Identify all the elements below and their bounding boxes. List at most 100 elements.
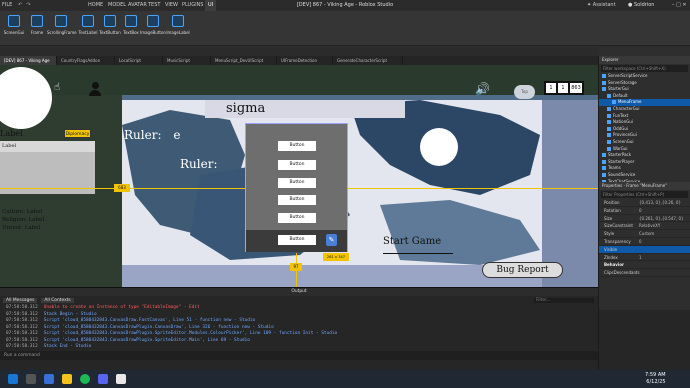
explorer-item[interactable]: FunText (599, 113, 690, 120)
command-bar[interactable]: Run a command (0, 351, 598, 360)
explorer-item[interactable]: StarterPack (599, 152, 690, 159)
property-row[interactable]: SizeConstraint RelativeXY (599, 222, 690, 231)
menu-bottom-button[interactable]: Button (278, 235, 316, 245)
maximize-icon[interactable]: □ (676, 2, 681, 8)
property-value[interactable]: 1 (639, 254, 690, 261)
game-viewport[interactable]: ☝ Label Diplomacy Label Culture: Label R… (0, 65, 598, 287)
menu-button-5[interactable]: Button (278, 213, 316, 223)
property-value[interactable]: 0 (639, 207, 690, 214)
bug-report-button[interactable]: Bug Report (482, 262, 563, 278)
stat-key: Religion: (2, 217, 27, 223)
tab-menuscript[interactable]: MenuScript_DevUIScript (211, 56, 277, 65)
menu-frame[interactable]: Button Button Button Button Button Butto… (245, 123, 348, 252)
property-row[interactable]: Position {0.413, 0},{0.26, 0} (599, 199, 690, 207)
property-row[interactable]: Rotation 0 (599, 207, 690, 215)
explorer-item[interactable]: SoundService (599, 172, 690, 179)
tab-generatecharacterscript[interactable]: GenerateCharacterScript (333, 56, 403, 65)
clock-date: 6/12/25 (646, 379, 666, 385)
explorer-item[interactable]: NationGui (599, 119, 690, 126)
speaker-icon[interactable]: 🔊 (475, 82, 490, 96)
textlabel-icon (82, 15, 94, 27)
explorer-item[interactable]: WarGui (599, 146, 690, 153)
explorer-item[interactable]: ServerStorage (599, 80, 690, 87)
spotify-icon[interactable] (80, 374, 90, 384)
diplomacy-button[interactable]: Diplomacy (64, 129, 91, 138)
tab-uiframedetection[interactable]: UIFrameDetection (277, 56, 333, 65)
property-name: Size (604, 215, 613, 221)
assistant-button[interactable]: ✦ Assistant (587, 0, 616, 11)
contexts-filter[interactable]: All Contexts (41, 298, 74, 303)
properties-filter[interactable]: Filter Properties (Ctrl+Shift+P) (601, 191, 688, 198)
tab-localscript[interactable]: LocalScript (115, 56, 163, 65)
explorer-item-label: WarGui (613, 145, 628, 151)
imagelabel-button[interactable]: ImageLabel (166, 13, 190, 43)
menu-button-1[interactable]: Button (278, 141, 316, 151)
top-button[interactable]: Top (514, 85, 535, 99)
output-search[interactable]: Filter... (534, 298, 594, 303)
menu-button-3[interactable]: Button (278, 178, 316, 188)
property-value[interactable] (639, 261, 690, 268)
explorer-item-icon (602, 87, 606, 92)
windows-start-icon[interactable] (8, 374, 18, 384)
start-game-button[interactable]: Start Game (383, 236, 453, 254)
property-value[interactable]: RelativeXY (639, 222, 690, 229)
explorer-item[interactable]: Default (599, 93, 690, 100)
textlabel-button[interactable]: TextLabel (77, 13, 99, 43)
explorer-item[interactable]: MenuFrame (599, 99, 690, 106)
imagebutton-button[interactable]: ImageButton (140, 13, 166, 43)
property-row[interactable]: Behavior (599, 261, 690, 270)
property-value[interactable]: Custom (639, 230, 690, 237)
explorer-item[interactable]: StarterGui (599, 86, 690, 93)
tab-musicscript[interactable]: MusicScript (163, 56, 211, 65)
property-row[interactable]: Style Custom (599, 230, 690, 238)
folder-icon[interactable] (62, 374, 72, 384)
frame-button[interactable]: Frame (26, 13, 48, 43)
property-row[interactable]: ClipsDescendants (599, 269, 690, 277)
ribbon-spacer (0, 47, 598, 56)
screengui-button[interactable]: ScreenGui (3, 13, 25, 43)
property-value[interactable]: {0.413, 0},{0.26, 0} (639, 199, 690, 206)
explorer-item[interactable]: ProvinceGui (599, 132, 690, 139)
explorer-item-icon (612, 100, 616, 105)
explorer-item[interactable]: StarterPlayer (599, 159, 690, 166)
explorer-item[interactable]: OddGui (599, 126, 690, 133)
roblox-studio-icon[interactable] (116, 374, 126, 384)
counter-2: 1 (558, 83, 568, 93)
messages-filter[interactable]: All Messages (3, 298, 38, 303)
explorer-item[interactable]: ScreenGui (599, 139, 690, 146)
textbox-button[interactable]: TextBox (120, 13, 142, 43)
minimize-icon[interactable]: – (672, 2, 675, 8)
property-value[interactable]: 0 (639, 238, 690, 245)
imagelabel-icon (172, 15, 184, 27)
tab-place[interactable]: [DEV] 867 - Viking Age (0, 56, 57, 65)
property-row[interactable]: ZIndex 1 (599, 254, 690, 262)
player-icon[interactable] (88, 82, 102, 96)
file-explorer-icon[interactable] (44, 374, 54, 384)
textbutton-button[interactable]: TextButton (99, 13, 121, 43)
scrollingframe-button[interactable]: ScrollingFrame (47, 13, 77, 43)
ruler-caption: Ruler: (124, 128, 162, 142)
counter-panel: 1 1 863 (544, 81, 584, 95)
tab-countryflagsaddon[interactable]: CountryFlagsAddon (57, 56, 115, 65)
property-value[interactable]: {0.261, 0},{0.547, 0} (639, 215, 690, 222)
property-row[interactable]: Transparency 0 (599, 238, 690, 246)
explorer-item[interactable]: Teams (599, 165, 690, 172)
output-message: Script 'cloud_8580432843.CanvasDrawPlugi… (43, 324, 274, 330)
discord-icon[interactable] (98, 374, 108, 384)
menu-button-2[interactable]: Button (278, 160, 316, 170)
user-menu[interactable]: ● Soldrion (628, 0, 654, 11)
close-icon[interactable]: ✕ (682, 2, 686, 8)
property-row[interactable]: Visible (599, 245, 690, 254)
menu-button-4[interactable]: Button (278, 195, 316, 205)
textbutton-label: TextButton (99, 30, 121, 35)
title-bar: FILE ↶↷ ▶ ■ HOME MODEL AVATAR TEST VIEW … (0, 0, 690, 30)
property-value[interactable] (639, 246, 690, 253)
property-row[interactable]: Size {0.261, 0},{0.547, 0} (599, 215, 690, 223)
explorer-item[interactable]: CharacterGui (599, 106, 690, 113)
explorer-item[interactable]: ServerScriptService (599, 73, 690, 80)
explorer-filter[interactable]: Filter workspace (Ctrl+Shift+X) (601, 65, 688, 72)
edit-image-icon[interactable]: ✎ (326, 234, 337, 246)
property-value[interactable] (639, 269, 690, 276)
search-icon[interactable] (26, 374, 36, 384)
explorer-item-label: SoundService (608, 171, 636, 177)
